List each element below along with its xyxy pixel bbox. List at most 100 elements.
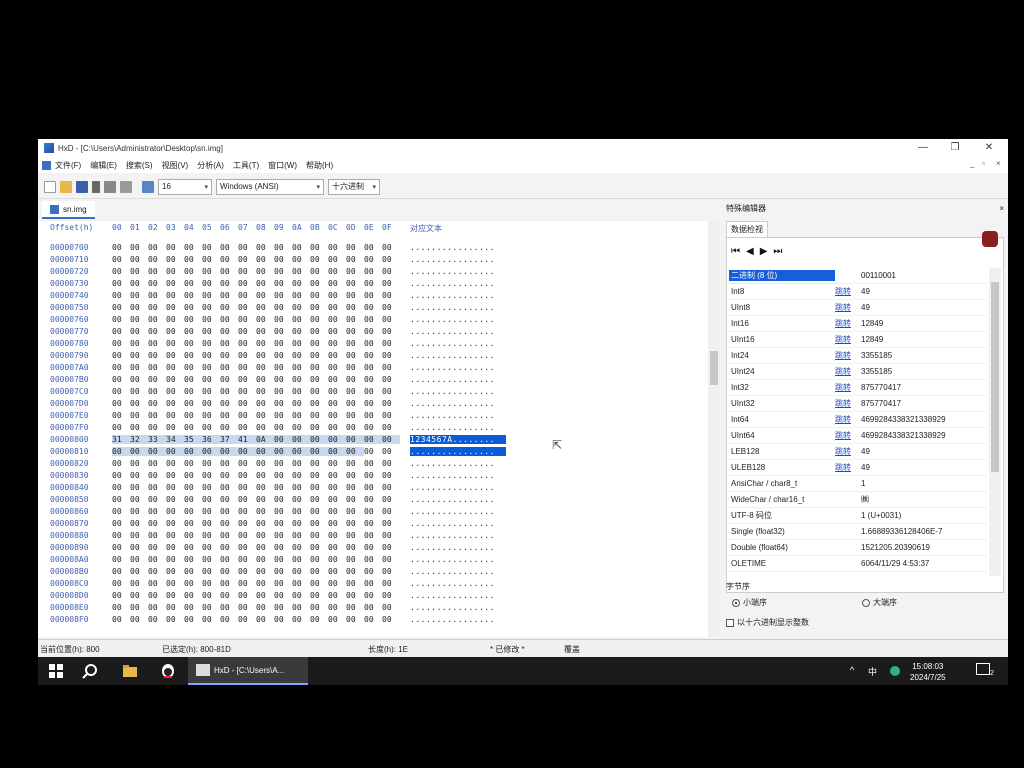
hex-byte[interactable]: 00 xyxy=(382,243,400,252)
hex-byte[interactable]: 00 xyxy=(292,327,310,336)
hex-byte[interactable]: 00 xyxy=(382,399,400,408)
hex-byte[interactable]: 00 xyxy=(148,399,166,408)
hex-byte[interactable]: 00 xyxy=(346,255,364,264)
hex-byte[interactable]: 00 xyxy=(364,459,382,468)
hex-byte[interactable]: 00 xyxy=(274,446,292,456)
hex-byte[interactable]: 00 xyxy=(166,483,184,492)
hex-byte[interactable]: 00 xyxy=(184,579,202,588)
hex-byte[interactable]: 00 xyxy=(112,387,130,396)
hex-byte[interactable]: 00 xyxy=(112,411,130,420)
hex-byte[interactable]: 00 xyxy=(328,279,346,288)
hex-byte[interactable]: 00 xyxy=(346,567,364,576)
hex-byte[interactable]: 00 xyxy=(292,446,310,456)
row-text[interactable]: 1234567A........ xyxy=(410,434,506,444)
hex-byte[interactable]: 00 xyxy=(220,519,238,528)
hex-row[interactable]: 00000890 00 00 00 00 00 00 00 00 00 00 00 00 00 00 00 00… xyxy=(50,541,506,553)
jump-link[interactable]: 跳转 xyxy=(835,382,859,393)
hex-byte[interactable]: 00 xyxy=(346,591,364,600)
hex-byte[interactable]: 00 xyxy=(202,459,220,468)
hex-row[interactable]: 000008A0 00 00 00 00 00 00 00 00 00 00 00 00 00 00 00 00… xyxy=(50,553,506,565)
hex-byte[interactable]: 00 xyxy=(148,579,166,588)
hex-byte[interactable]: 00 xyxy=(184,303,202,312)
hex-byte[interactable]: 00 xyxy=(310,579,328,588)
hex-byte[interactable]: 00 xyxy=(112,567,130,576)
row-text[interactable]: ................ xyxy=(410,351,506,360)
scrollbar-thumb[interactable] xyxy=(710,351,718,385)
hex-byte[interactable]: 00 xyxy=(382,555,400,564)
hex-byte[interactable]: 00 xyxy=(346,555,364,564)
hex-byte[interactable]: 00 xyxy=(112,471,130,480)
hex-byte[interactable]: 00 xyxy=(256,507,274,516)
hex-row[interactable]: 000008D0 00 00 00 00 00 00 00 00 00 00 00 00 00 00 00 00… xyxy=(50,589,506,601)
hex-byte[interactable]: 00 xyxy=(238,243,256,252)
menu-view[interactable]: 视图(V) xyxy=(162,160,189,171)
hex-byte[interactable]: 00 xyxy=(256,399,274,408)
hex-byte[interactable]: 00 xyxy=(202,471,220,480)
hex-byte[interactable]: 00 xyxy=(310,555,328,564)
tray-expand-icon[interactable]: ^ xyxy=(850,665,854,675)
menu-search[interactable]: 搜索(S) xyxy=(126,160,153,171)
hex-byte[interactable]: 00 xyxy=(274,303,292,312)
hex-byte[interactable]: 00 xyxy=(292,591,310,600)
hex-byte[interactable]: 00 xyxy=(256,351,274,360)
hex-byte[interactable]: 00 xyxy=(310,531,328,540)
inspector-row[interactable]: OLETIME 6064/11/29 4:53:37 xyxy=(729,556,987,572)
hex-byte[interactable]: 00 xyxy=(274,267,292,276)
jump-link[interactable]: 跳转 xyxy=(835,446,859,457)
hex-byte[interactable]: 00 xyxy=(292,315,310,324)
next-icon[interactable]: ▶ xyxy=(760,246,768,257)
hex-byte[interactable]: 00 xyxy=(220,591,238,600)
hex-byte[interactable]: 00 xyxy=(166,531,184,540)
inspector-row[interactable]: LEB128 跳转 49 xyxy=(729,444,987,460)
hex-byte[interactable]: 00 xyxy=(256,339,274,348)
hex-byte[interactable]: 00 xyxy=(130,411,148,420)
hex-byte[interactable]: 00 xyxy=(184,351,202,360)
hex-byte[interactable]: 00 xyxy=(130,483,148,492)
hex-byte[interactable]: 00 xyxy=(130,495,148,504)
jump-link[interactable]: 跳转 xyxy=(835,366,859,377)
save-icon[interactable] xyxy=(76,180,88,193)
hex-byte[interactable]: 00 xyxy=(166,279,184,288)
hex-byte[interactable]: 00 xyxy=(202,495,220,504)
hex-byte[interactable]: 00 xyxy=(238,291,256,300)
inspector-value[interactable]: 1 xyxy=(859,479,987,488)
hex-byte[interactable]: 00 xyxy=(256,579,274,588)
hex-byte[interactable]: 00 xyxy=(184,279,202,288)
hex-byte[interactable]: 00 xyxy=(328,434,346,444)
hex-byte[interactable]: 00 xyxy=(346,615,364,624)
hex-byte[interactable]: 00 xyxy=(256,411,274,420)
hex-byte[interactable]: 00 xyxy=(112,483,130,492)
hex-byte[interactable]: 00 xyxy=(202,615,220,624)
hex-byte[interactable]: 36 xyxy=(202,434,220,444)
hex-byte[interactable]: 00 xyxy=(166,339,184,348)
hex-byte[interactable]: 00 xyxy=(328,363,346,372)
hex-byte[interactable]: 00 xyxy=(328,339,346,348)
hex-byte[interactable]: 00 xyxy=(364,495,382,504)
hex-row[interactable]: 00000700 00 00 00 00 00 00 00 00 00 00 00 00 00 00 00 00… xyxy=(50,241,506,253)
hex-byte[interactable]: 00 xyxy=(166,243,184,252)
hex-byte[interactable]: 00 xyxy=(382,531,400,540)
row-text[interactable]: ................ xyxy=(410,531,506,540)
hex-byte[interactable]: 00 xyxy=(184,471,202,480)
hex-byte[interactable]: 00 xyxy=(148,459,166,468)
hex-byte[interactable]: 00 xyxy=(328,483,346,492)
hex-byte[interactable]: 00 xyxy=(130,459,148,468)
hex-byte[interactable]: 00 xyxy=(184,315,202,324)
hex-byte[interactable]: 00 xyxy=(220,603,238,612)
hex-row[interactable]: 000007A0 00 00 00 00 00 00 00 00 00 00 00 00 00 00 00 00… xyxy=(50,361,506,373)
inspector-row[interactable]: Single (float32) 1.66889336128406E-7 xyxy=(729,524,987,540)
hex-byte[interactable]: 00 xyxy=(256,423,274,432)
hex-byte[interactable]: 00 xyxy=(220,315,238,324)
hex-byte[interactable]: 00 xyxy=(292,567,310,576)
inspector-row[interactable]: UInt24 跳转 3355185 xyxy=(729,364,987,380)
file-explorer-icon[interactable] xyxy=(122,663,138,679)
hex-byte[interactable]: 00 xyxy=(148,567,166,576)
hex-byte[interactable]: 00 xyxy=(328,459,346,468)
hex-byte[interactable]: 00 xyxy=(364,483,382,492)
hex-byte[interactable]: 00 xyxy=(346,327,364,336)
hex-byte[interactable]: 00 xyxy=(292,519,310,528)
hex-byte[interactable]: 00 xyxy=(328,531,346,540)
hex-byte[interactable]: 00 xyxy=(112,591,130,600)
hex-byte[interactable]: 00 xyxy=(184,243,202,252)
jump-link[interactable]: 跳转 xyxy=(835,334,859,345)
